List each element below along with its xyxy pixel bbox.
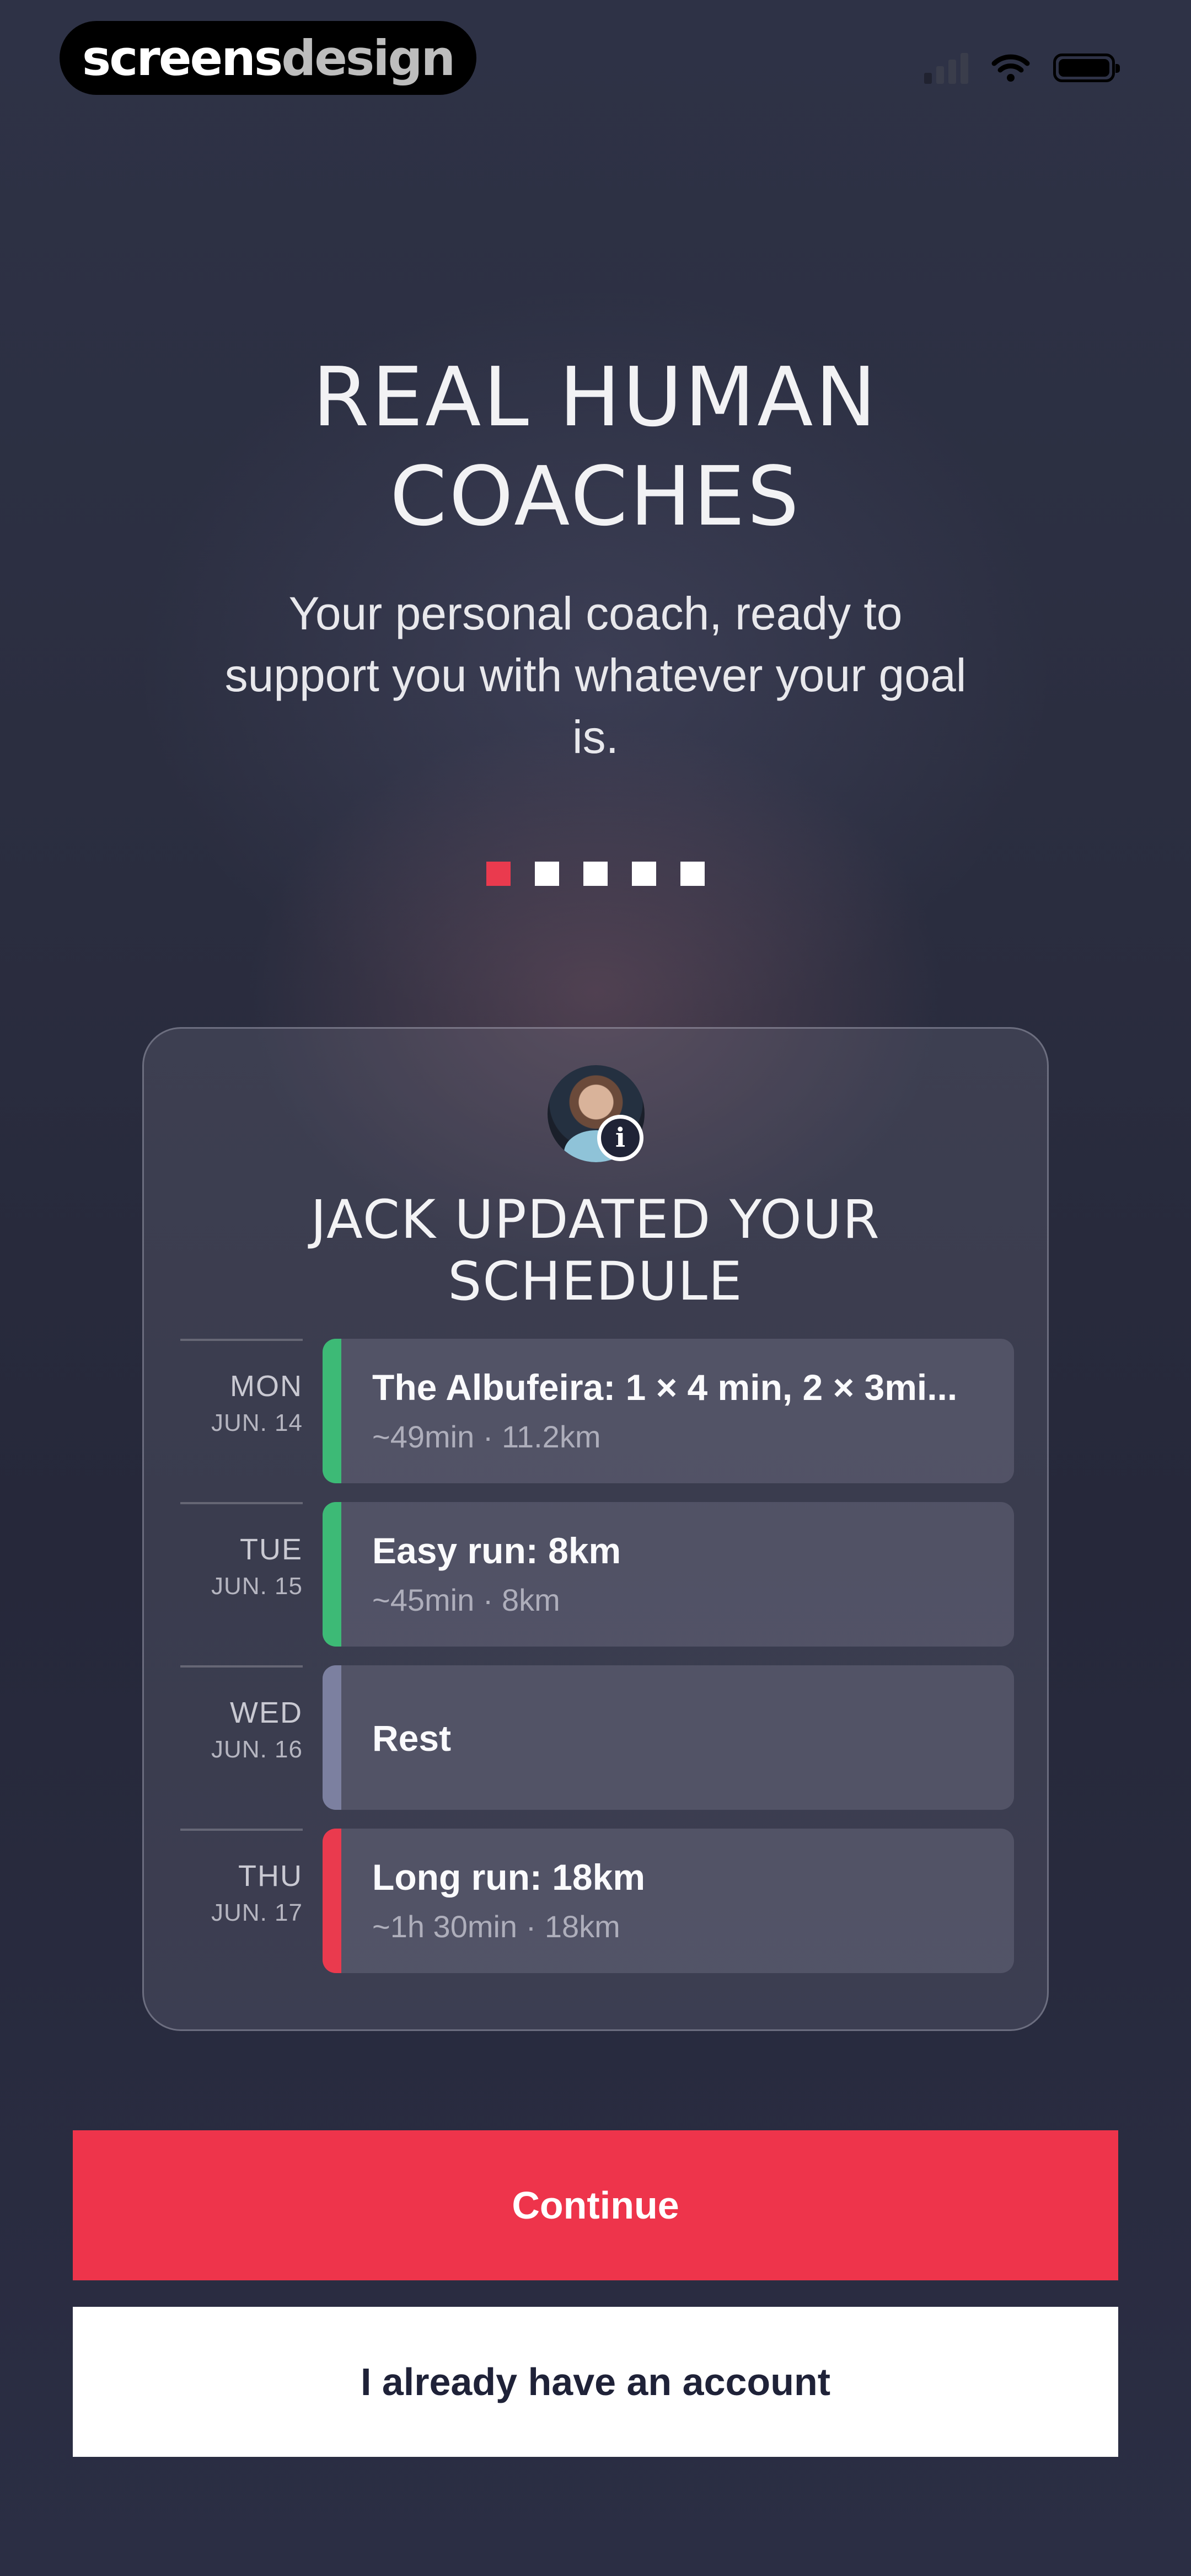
workout-meta: ~49min · 11.2km xyxy=(372,1419,601,1454)
schedule-card: i JACK UPDATED YOUR SCHEDULE MON JUN. 14… xyxy=(142,1027,1049,2031)
workout-item[interactable]: Rest xyxy=(323,1665,1014,1810)
day-column: WED JUN. 16 xyxy=(180,1665,303,1812)
card-title-line1: JACK UPDATED YOUR xyxy=(310,1189,881,1250)
page-dot[interactable] xyxy=(632,862,656,886)
page-dot[interactable] xyxy=(535,862,559,886)
page-indicator xyxy=(0,862,1191,886)
continue-button[interactable]: Continue xyxy=(73,2130,1118,2280)
workout-item[interactable]: Long run: 18km ~1h 30min · 18km xyxy=(323,1829,1014,1973)
page-title-line2: COACHES xyxy=(390,449,801,544)
status-bar: screens design xyxy=(0,0,1191,110)
day-column: THU JUN. 17 xyxy=(180,1829,303,1975)
workout-title: Rest xyxy=(372,1718,452,1759)
workout-item[interactable]: The Albufeira: 1 × 4 min, 2 × 3mi... ~49… xyxy=(323,1339,1014,1483)
day-column: MON JUN. 14 xyxy=(180,1339,303,1485)
card-title: JACK UPDATED YOUR SCHEDULE xyxy=(144,1189,1047,1312)
workout-item[interactable]: Easy run: 8km ~45min · 8km xyxy=(323,1502,1014,1647)
day-date: JUN. 16 xyxy=(211,1736,303,1763)
day-date: JUN. 15 xyxy=(211,1573,303,1600)
workout-color-bar xyxy=(323,1665,341,1810)
page-subtitle: Your personal coach, ready to support yo… xyxy=(224,587,967,763)
cellular-signal-icon xyxy=(924,52,968,84)
day-name: MON xyxy=(230,1370,303,1403)
day-date: JUN. 14 xyxy=(211,1409,303,1436)
day-name: THU xyxy=(238,1859,303,1893)
page-dot[interactable] xyxy=(583,862,608,886)
workout-meta: ~1h 30min · 18km xyxy=(372,1909,620,1944)
battery-icon xyxy=(1053,54,1120,82)
day-column: TUE JUN. 15 xyxy=(180,1502,303,1649)
day-name: WED xyxy=(230,1696,303,1729)
info-icon[interactable]: i xyxy=(597,1115,643,1161)
card-title-line2: SCHEDULE xyxy=(448,1250,743,1312)
status-icons xyxy=(924,49,1120,87)
workout-color-bar xyxy=(323,1339,341,1483)
workout-title: The Albufeira: 1 × 4 min, 2 × 3mi... xyxy=(372,1367,958,1408)
workout-color-bar xyxy=(323,1829,341,1973)
page-title-line1: REAL HUMAN xyxy=(312,350,879,445)
schedule-row: TUE JUN. 15 Easy run: 8km ~45min · 8km xyxy=(180,1502,1014,1665)
schedule-list: MON JUN. 14 The Albufeira: 1 × 4 min, 2 … xyxy=(180,1339,1014,1992)
schedule-row: THU JUN. 17 Long run: 18km ~1h 30min · 1… xyxy=(180,1829,1014,1992)
page-title: REAL HUMAN COACHES xyxy=(0,348,1191,546)
workout-meta: ~45min · 8km xyxy=(372,1583,560,1617)
day-name: TUE xyxy=(240,1533,303,1566)
brand-logo-part1: screens xyxy=(82,29,283,87)
workout-color-bar xyxy=(323,1502,341,1647)
day-date: JUN. 17 xyxy=(211,1899,303,1926)
schedule-row: MON JUN. 14 The Albufeira: 1 × 4 min, 2 … xyxy=(180,1339,1014,1502)
page-dot[interactable] xyxy=(486,862,511,886)
existing-account-button[interactable]: I already have an account xyxy=(73,2307,1118,2457)
workout-title: Easy run: 8km xyxy=(372,1530,621,1571)
brand-logo: screens design xyxy=(60,21,476,95)
brand-logo-part2: design xyxy=(281,29,455,87)
page-dot[interactable] xyxy=(680,862,705,886)
wifi-icon xyxy=(991,54,1030,82)
schedule-row: WED JUN. 16 Rest xyxy=(180,1665,1014,1829)
workout-title: Long run: 18km xyxy=(372,1857,646,1898)
